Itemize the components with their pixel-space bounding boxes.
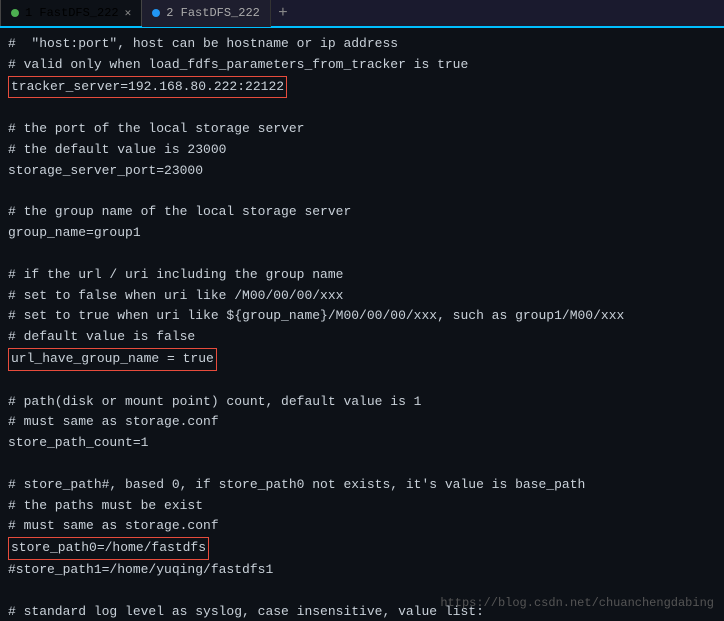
comment-line: # set to false when uri like /M00/00/00/… [8,286,716,307]
empty-line [8,371,716,392]
code-line: storage_server_port=23000 [8,161,716,182]
tab-1-dot [11,9,19,17]
comment-line: # "host:port", host can be hostname or i… [8,34,716,55]
content-area: # "host:port", host can be hostname or i… [0,28,724,621]
comment-line: # if the url / uri including the group n… [8,265,716,286]
empty-line [8,454,716,475]
tab-1[interactable]: 1 FastDFS_222 ✕ [0,0,142,26]
code-line: group_name=group1 [8,223,716,244]
tab-2-label: 2 FastDFS_222 [166,6,260,20]
tab-bar: 1 FastDFS_222 ✕ 2 FastDFS_222 + [0,0,724,28]
comment-line: # store_path#, based 0, if store_path0 n… [8,475,716,496]
comment-line: # valid only when load_fdfs_parameters_f… [8,55,716,76]
comment-line: # the group name of the local storage se… [8,202,716,223]
code-line: #store_path1=/home/yuqing/fastdfs1 [8,560,716,581]
comment-line: # must same as storage.conf [8,412,716,433]
comment-line: # default value is false [8,327,716,348]
highlighted-line: url_have_group_name = true [8,348,716,371]
new-tab-button[interactable]: + [271,1,295,25]
comment-line: # the port of the local storage server [8,119,716,140]
watermark: https://blog.csdn.net/chuanchengdabing [440,594,714,613]
comment-line: # path(disk or mount point) count, defau… [8,392,716,413]
empty-line [8,182,716,203]
tab-2-dot [152,9,160,17]
highlight-box: url_have_group_name = true [8,348,217,371]
tab-1-close[interactable]: ✕ [125,6,132,20]
empty-line [8,98,716,119]
highlight-box: tracker_server=192.168.80.222:22122 [8,76,287,99]
comment-line: # must same as storage.conf [8,516,716,537]
comment-line: # the paths must be exist [8,496,716,517]
comment-line: # set to true when uri like ${group_name… [8,306,716,327]
highlighted-line: tracker_server=192.168.80.222:22122 [8,76,716,99]
code-line: store_path_count=1 [8,433,716,454]
tab-1-label: 1 FastDFS_222 [25,6,119,20]
comment-line: # the default value is 23000 [8,140,716,161]
highlighted-line: store_path0=/home/fastdfs [8,537,716,560]
empty-line [8,244,716,265]
highlight-box: store_path0=/home/fastdfs [8,537,209,560]
tab-2[interactable]: 2 FastDFS_222 [142,0,271,27]
